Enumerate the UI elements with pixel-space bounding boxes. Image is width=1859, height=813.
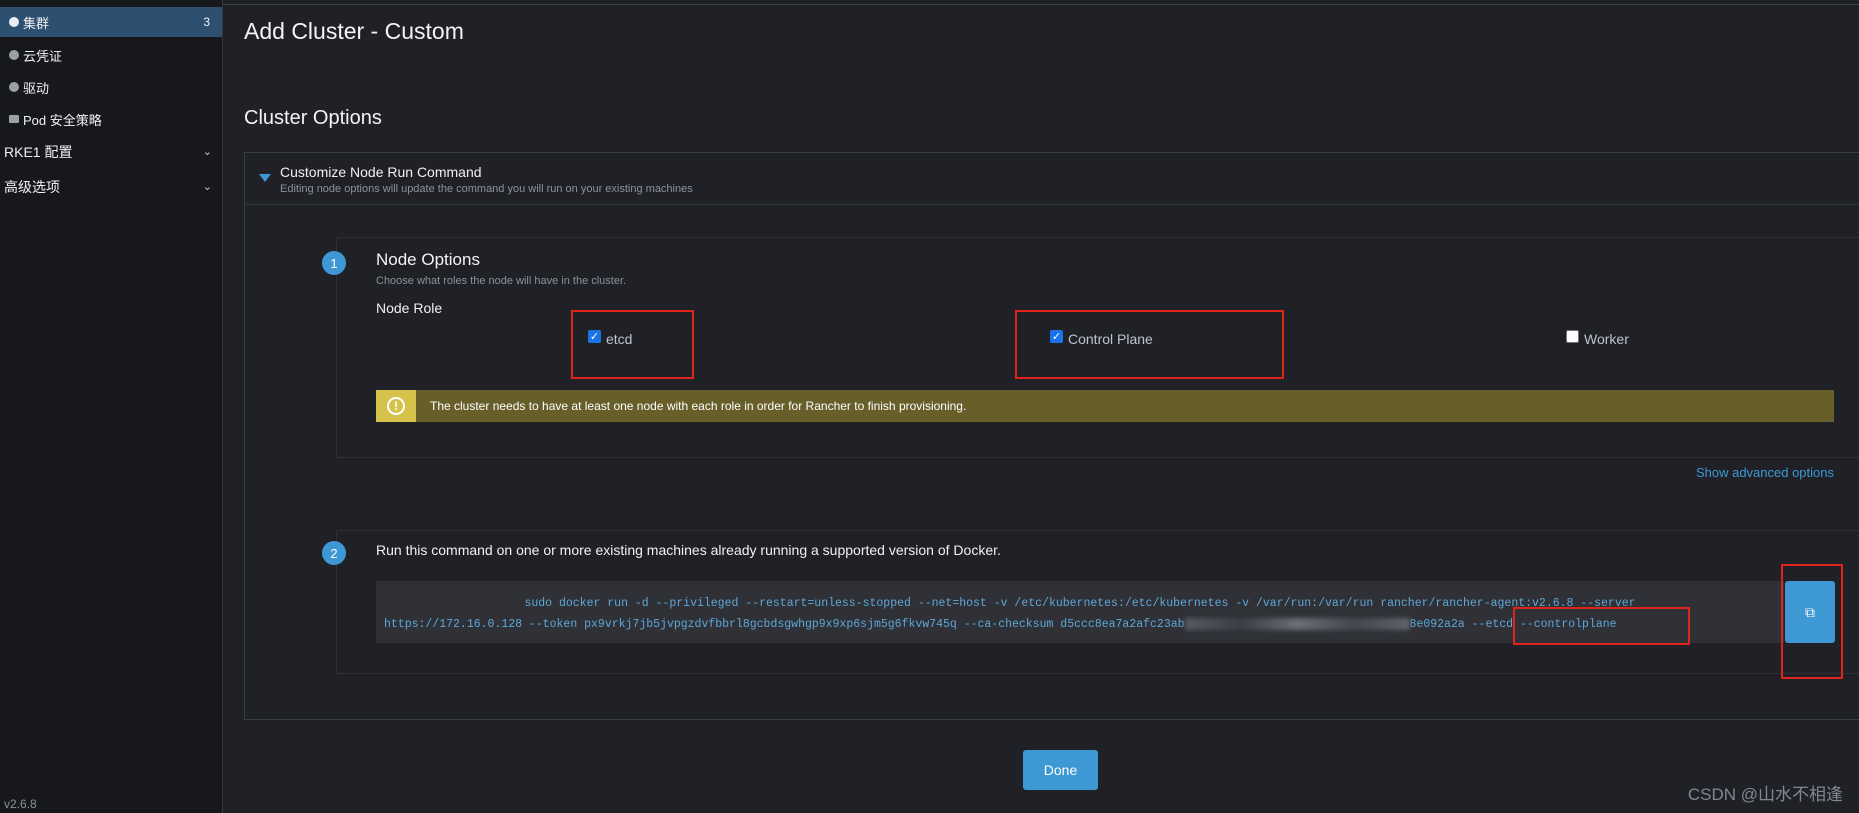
worker-checkbox[interactable]: Worker (1566, 329, 1629, 347)
redacted-blur (1184, 617, 1410, 630)
top-divider (223, 0, 1859, 5)
node-options-title: Node Options (376, 250, 480, 269)
sidebar-group-rke1-config[interactable]: RKE1 配置 ⌄ (0, 137, 222, 167)
sidebar: 集群 3 云凭证 驱动 Pod 安全策略 RKE1 配置 ⌄ 高级选项 ⌄ v2… (0, 0, 223, 813)
warning-banner: ! The cluster needs to have at least one… (376, 390, 1834, 422)
customize-subtitle: Editing node options will update the com… (280, 183, 693, 195)
driver-icon (9, 82, 19, 92)
step-badge-2: 2 (322, 541, 346, 565)
step-badge-1: 1 (322, 251, 346, 275)
page-title: Add Cluster - Custom (244, 18, 464, 44)
chevron-down-icon: ⌄ (202, 181, 212, 193)
customize-panel-header[interactable]: Customize Node Run Command Editing node … (245, 153, 1859, 205)
sidebar-item-clusters[interactable]: 集群 3 (0, 7, 222, 37)
info-icon: ! (387, 397, 405, 415)
credential-icon (9, 50, 19, 60)
node-options-subtitle: Choose what roles the node will have in … (376, 275, 627, 287)
customize-title: Customize Node Run Command (280, 164, 482, 180)
worker-label: Worker (1584, 331, 1629, 347)
sidebar-item-label: 云凭证 (23, 48, 63, 64)
warning-icon-box: ! (376, 390, 416, 422)
folder-icon (9, 115, 19, 123)
sidebar-group-advanced[interactable]: 高级选项 ⌄ (0, 172, 222, 202)
watermark: CSDN @山水不相逢 (1687, 785, 1843, 804)
highlight-etcd (571, 310, 694, 379)
sidebar-item-label: Pod 安全策略 (23, 112, 102, 128)
node-role-label: Node Role (376, 300, 443, 316)
sidebar-group-label: RKE1 配置 (4, 144, 73, 160)
cluster-icon (9, 17, 19, 27)
chevron-down-icon: ⌄ (202, 146, 212, 158)
show-advanced-options-link[interactable]: Show advanced options (1696, 465, 1834, 480)
sidebar-item-drivers[interactable]: 驱动 (0, 72, 222, 102)
warning-text: The cluster needs to have at least one n… (430, 399, 967, 413)
run-command-title: Run this command on one or more existing… (376, 542, 1001, 558)
cluster-count-badge: 3 (203, 15, 210, 29)
sidebar-item-cloud-credentials[interactable]: 云凭证 (0, 40, 222, 70)
caret-down-icon (259, 174, 271, 182)
highlight-copy-button (1781, 564, 1843, 679)
unchecked-box-icon[interactable] (1566, 329, 1579, 343)
done-button[interactable]: Done (1023, 750, 1098, 790)
command-line-2-start: https://172.16.0.128 --token px9vrkj7jb5… (384, 618, 1185, 631)
highlight-control-plane (1015, 310, 1284, 379)
sidebar-item-label: 驱动 (23, 80, 50, 96)
section-title: Cluster Options (244, 107, 382, 129)
highlight-command-roles (1513, 607, 1690, 645)
sidebar-item-pod-security-policies[interactable]: Pod 安全策略 (0, 104, 222, 134)
sidebar-group-label: 高级选项 (4, 179, 60, 195)
version-label: v2.6.8 (4, 797, 37, 811)
sidebar-item-label: 集群 (23, 15, 50, 31)
